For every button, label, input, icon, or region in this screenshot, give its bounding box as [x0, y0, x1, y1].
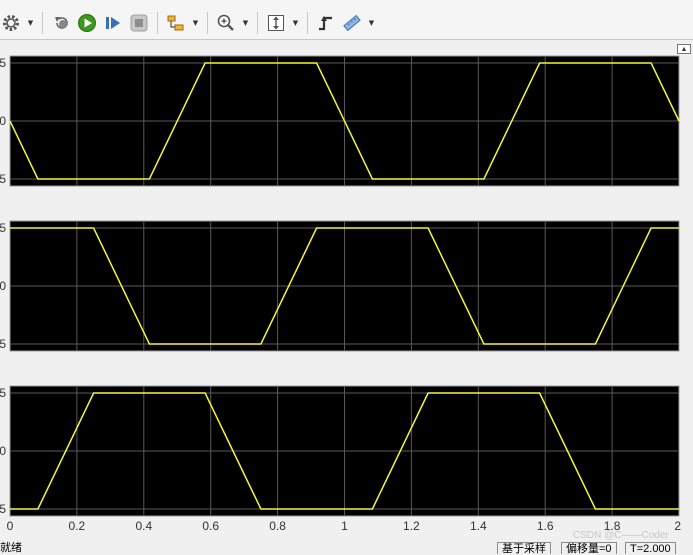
run-icon [78, 13, 96, 32]
y-tick-label: 5 [0, 56, 6, 70]
time-indicator: T=2.000 [625, 542, 676, 555]
stop-button[interactable] [128, 12, 150, 34]
scope-toolbar: ▼ ▼ ▼ ▼ ▼ [0, 6, 693, 40]
configuration-button[interactable] [0, 12, 22, 34]
x-tick-label: 0.8 [269, 519, 286, 533]
scope-axes-2: 5 0 5 [0, 220, 680, 352]
cursor-measurements-icon [343, 14, 361, 31]
y-tick-label: 0 [0, 279, 6, 293]
step-forward-icon [106, 16, 120, 29]
toolbar-separator [307, 11, 308, 34]
y-tick-label: 5 [0, 386, 6, 400]
scope-display-area: 5 0 5 5 0 5 5 0 5 0 0.2 0.4 0.6 0.8 1 1.2 1.4 1.6 1.8 2 [0, 41, 693, 540]
toolbar-separator [207, 11, 208, 34]
cursor-measurements-button[interactable] [341, 12, 363, 34]
y-tick-label: 5 [0, 172, 6, 186]
undock-arrow-icon: ▲ [680, 45, 688, 53]
cursor-measurements-dropdown[interactable]: ▼ [367, 12, 376, 34]
x-tick-label: 1 [341, 519, 348, 533]
y-tick-label: 0 [0, 114, 6, 128]
x-tick-label: 1.4 [470, 519, 487, 533]
stop-icon [130, 14, 148, 31]
highlight-block-icon [167, 15, 184, 30]
zoom-in-button[interactable] [215, 12, 237, 34]
offset-indicator: 偏移量=0 [561, 542, 617, 555]
autoscale-dropdown[interactable]: ▼ [291, 12, 300, 34]
status-bar: 就绪 基于采样 偏移量=0 T=2.000 [0, 540, 693, 555]
run-button[interactable] [76, 12, 98, 34]
zoom-in-icon [217, 14, 234, 31]
undock-button[interactable]: ▲ [677, 44, 691, 54]
autoscale-button[interactable] [265, 12, 287, 34]
toolbar-separator [157, 11, 158, 34]
gear-icon [3, 14, 19, 31]
x-tick-label: 1.2 [403, 519, 420, 533]
toolbar-separator [42, 11, 43, 34]
scope-axes-3: 5 0 5 [0, 385, 680, 517]
highlight-block-button[interactable] [165, 12, 187, 34]
y-tick-label: 5 [0, 502, 6, 516]
step-forward-button[interactable] [102, 12, 124, 34]
y-tick-label: 5 [0, 337, 6, 351]
triggers-icon [319, 15, 332, 30]
y-tick-label: 0 [0, 444, 6, 458]
scope-axes-1: 5 0 5 [0, 55, 680, 187]
x-tick-label: 0.6 [202, 519, 219, 533]
x-tick-label: 0.4 [135, 519, 152, 533]
toolbar-separator [257, 11, 258, 34]
x-tick-label: 0.2 [69, 519, 86, 533]
configuration-dropdown[interactable]: ▼ [26, 12, 35, 34]
x-tick-label: 0 [7, 519, 14, 533]
x-tick-label: 2 [674, 519, 681, 533]
x-tick-label: 1.6 [537, 519, 554, 533]
triggers-button[interactable] [315, 12, 337, 34]
zoom-dropdown[interactable]: ▼ [241, 12, 250, 34]
autoscale-icon [268, 14, 284, 31]
y-tick-label: 5 [0, 221, 6, 235]
sample-mode-indicator: 基于采样 [497, 542, 551, 555]
status-text: 就绪 [0, 542, 22, 554]
highlight-block-dropdown[interactable]: ▼ [191, 12, 200, 34]
step-back-icon [55, 16, 68, 29]
step-back-button[interactable] [50, 12, 72, 34]
scope-plots: 5055055050 0.2 0.4 0.6 0.8 1 1.2 1.4 1.6 1.8 2 [0, 55, 681, 533]
